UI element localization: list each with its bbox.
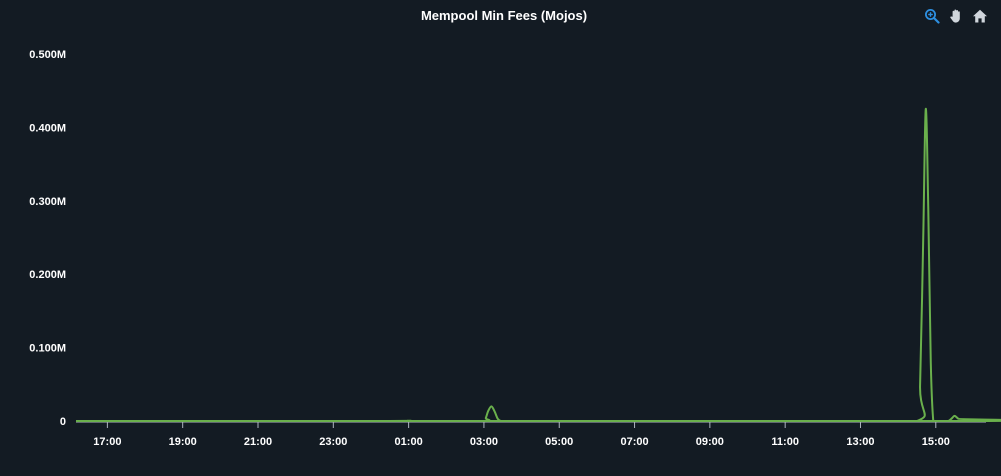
x-tick-label: 23:00: [319, 436, 347, 448]
chart-container: Mempool Min Fees (Mojos) 0 0.100M 0.200M 0.…: [0, 0, 1001, 471]
y-tick-label: 0.400M: [29, 122, 66, 134]
y-tick-label: 0.100M: [29, 343, 66, 355]
pan-hand-icon: [950, 9, 960, 23]
home-icon: [973, 9, 987, 23]
line-chart: Mempool Min Fees (Mojos) 0 0.100M 0.200M 0.…: [29, 8, 1001, 448]
reset-zoom-button[interactable]: [971, 7, 989, 25]
x-tick-label: 21:00: [244, 436, 272, 448]
plot-area[interactable]: [75, 108, 1001, 423]
x-tick-label: 01:00: [395, 436, 423, 448]
x-tick-label: 15:00: [922, 436, 950, 448]
x-tick-label: 07:00: [620, 436, 648, 448]
y-tick-label: 0: [60, 416, 66, 428]
chart-title: Mempool Min Fees (Mojos): [421, 8, 587, 23]
chart-toolbar: [923, 7, 989, 25]
x-tick-label: 05:00: [545, 436, 573, 448]
y-tick-label: 0.300M: [29, 196, 66, 208]
y-tick-label: 0.200M: [29, 269, 66, 281]
x-tick-label: 13:00: [846, 436, 874, 448]
zoom-in-icon: [925, 9, 940, 24]
x-axis: 17:00 19:00 21:00 23:00 01:00 03:00 05:00 07:00…: [76, 421, 986, 448]
zoom-in-button[interactable]: [923, 7, 941, 25]
pan-button[interactable]: [947, 7, 965, 25]
y-axis: 0 0.100M 0.200M 0.300M 0.400M 0.500M: [29, 49, 66, 428]
x-tick-label: 03:00: [470, 436, 498, 448]
x-tick-label: 11:00: [771, 436, 799, 448]
x-tick-label: 17:00: [93, 436, 121, 448]
series-line[interactable]: [75, 108, 1001, 423]
x-tick-label: 09:00: [696, 436, 724, 448]
x-tick-label: 19:00: [169, 436, 197, 448]
y-tick-label: 0.500M: [29, 49, 66, 61]
